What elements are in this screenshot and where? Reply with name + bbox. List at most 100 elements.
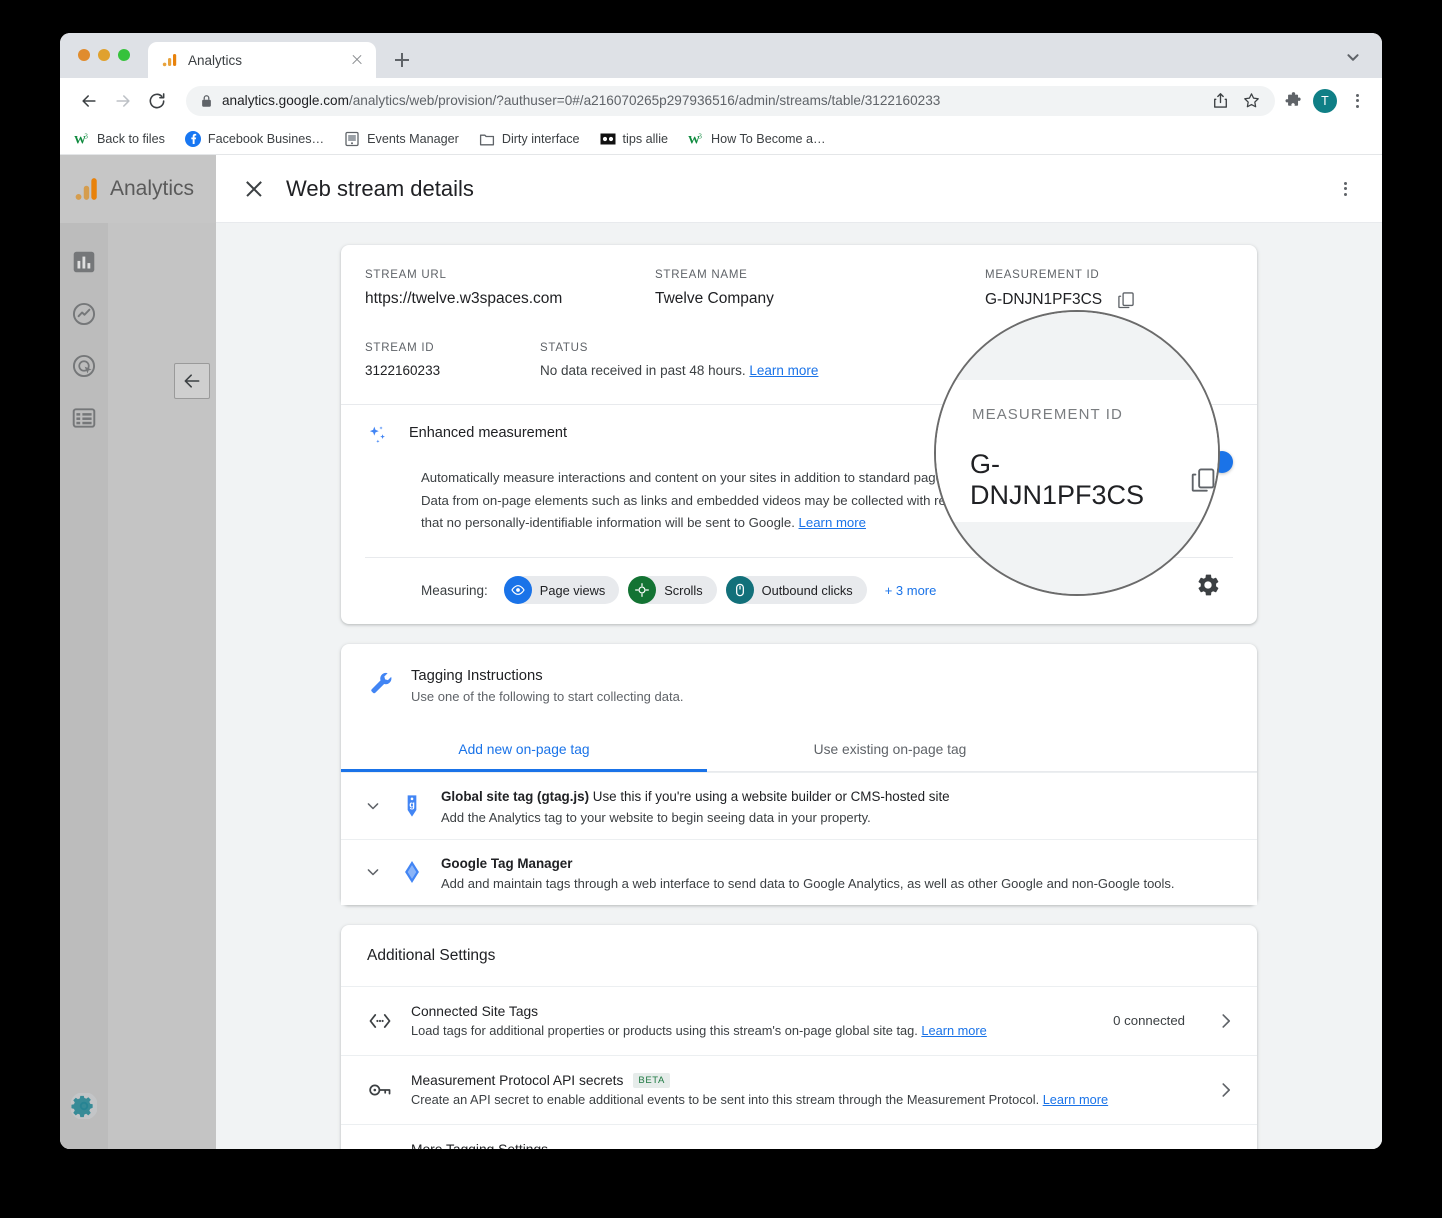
- copy-icon[interactable]: [1188, 465, 1218, 495]
- enhanced-measurement-title: Enhanced measurement: [409, 425, 567, 441]
- chevron-right-icon[interactable]: [1215, 1079, 1237, 1101]
- setting-learn-more-link[interactable]: Learn more: [1043, 1092, 1108, 1107]
- setting-body: Measurement Protocol API secrets BETA Cre…: [411, 1072, 1167, 1107]
- chevron-down-icon[interactable]: [363, 796, 383, 816]
- setting-name: Connected Site Tags: [411, 1004, 1095, 1019]
- setting-learn-more-link[interactable]: Learn more: [921, 1023, 986, 1038]
- chevron-right-icon[interactable]: [1215, 1148, 1237, 1149]
- copy-icon[interactable]: [1116, 290, 1136, 310]
- tab-use-existing-on-page-tag[interactable]: Use existing on-page tag: [707, 728, 1073, 772]
- browser-menu-icon[interactable]: [1346, 90, 1368, 112]
- stream-status-value-wrap: No data received in past 48 hours. Learn…: [540, 363, 818, 378]
- key-icon: [369, 1084, 391, 1096]
- chevron-down-icon[interactable]: [1342, 46, 1364, 68]
- analytics-brand-label: Analytics: [110, 177, 195, 200]
- extensions-puzzle-icon[interactable]: [1283, 90, 1304, 111]
- sidebar-item-admin-gear-icon[interactable]: [71, 1093, 97, 1119]
- setting-row-more-tagging-settings[interactable]: More Tagging Settings Configure client-s…: [341, 1125, 1257, 1149]
- folder-icon: [479, 134, 494, 145]
- chip-outbound-clicks[interactable]: Outbound clicks: [725, 576, 867, 605]
- bookmark-how-to-become[interactable]: W 3 How To Become a…: [688, 131, 826, 147]
- bookmark-star-icon[interactable]: [1242, 91, 1261, 110]
- browser-toolbar-right: T: [1283, 88, 1368, 113]
- setting-desc-text: Create an API secret to enable additiona…: [411, 1091, 1040, 1107]
- bookmark-label: Dirty interface: [501, 131, 580, 146]
- url-path: /analytics/web/provision/?authuser=0#/a2…: [348, 93, 941, 108]
- sidebar-item-configure-icon[interactable]: [71, 405, 97, 431]
- lock-icon: [202, 94, 211, 107]
- status-learn-more-link[interactable]: Learn more: [749, 363, 818, 378]
- bookmark-tips-allie[interactable]: tips allie: [600, 131, 669, 147]
- scroll-icon: [628, 576, 657, 605]
- sidebar-item-reports-icon[interactable]: [71, 249, 97, 275]
- more-vert-icon[interactable]: [1334, 178, 1356, 200]
- setting-row-measurement-protocol-api-secrets[interactable]: Measurement Protocol API secrets BETA Cre…: [341, 1056, 1257, 1125]
- setting-body: Connected Site Tags Load tags for additi…: [411, 1004, 1095, 1038]
- chevron-down-icon[interactable]: [363, 862, 383, 882]
- close-window-button[interactable]: [78, 49, 90, 61]
- reload-button[interactable]: [142, 86, 172, 116]
- back-button[interactable]: [74, 86, 104, 116]
- tagging-item-global-site-tag[interactable]: g Global site tag (gtag.js) Use this if …: [341, 772, 1257, 839]
- w3-icon: W 3: [688, 132, 702, 146]
- measurement-id-value-wrap: G-DNJN1PF3CS: [985, 290, 1136, 310]
- setting-name-text: Connected Site Tags: [411, 1003, 539, 1019]
- browser-toolbar: analytics.google.com/analytics/web/provi…: [60, 78, 1382, 123]
- minimize-window-button[interactable]: [98, 49, 110, 61]
- stream-name-value: Twelve Company: [655, 290, 774, 307]
- address-bar[interactable]: analytics.google.com/analytics/web/provi…: [186, 85, 1275, 116]
- bookmarks-bar: W 3 Back to files Facebook Busines… Even…: [60, 123, 1382, 155]
- tagging-header: Tagging Instructions Use one of the foll…: [341, 644, 1257, 708]
- bookmark-label: tips allie: [622, 131, 669, 146]
- tag-icon: [367, 1146, 393, 1149]
- chip-scrolls[interactable]: Scrolls: [628, 576, 717, 605]
- forward-button[interactable]: [108, 86, 138, 116]
- panel-header: Web stream details: [216, 155, 1382, 223]
- svg-text:g: g: [409, 800, 415, 810]
- enhanced-learn-more-link[interactable]: Learn more: [799, 515, 866, 530]
- tab-close-icon[interactable]: [348, 51, 366, 69]
- bookmark-dirty-interface[interactable]: Dirty interface: [479, 131, 580, 147]
- share-icon[interactable]: [1211, 91, 1230, 110]
- measuring-label: Measuring:: [421, 582, 488, 598]
- tab-add-new-on-page-tag[interactable]: Add new on-page tag: [341, 728, 707, 773]
- stream-status-label: STATUS: [540, 342, 589, 354]
- analytics-brand-bar: Analytics: [60, 155, 216, 223]
- web-stream-details-panel: Web stream details STREAM URL https://tw…: [216, 155, 1382, 1149]
- code-brackets-icon: [369, 1014, 391, 1028]
- measuring-more-link[interactable]: + 3 more: [885, 583, 937, 598]
- measurement-id-value: G-DNJN1PF3CS: [985, 291, 1103, 308]
- stream-id-value: 3122160233: [365, 363, 441, 378]
- bookmark-events-manager[interactable]: Events Manager: [344, 131, 459, 147]
- sidebar-item-advertising-icon[interactable]: [71, 353, 97, 379]
- tagging-item-title: Global site tag (gtag.js) Use this if yo…: [441, 787, 1233, 806]
- tagging-item-desc: Add the Analytics tag to your website to…: [441, 809, 871, 825]
- w3-icon: W 3: [74, 132, 88, 146]
- bookmark-back-to-files[interactable]: W 3 Back to files: [74, 131, 165, 147]
- magnifier-measurement-id: MEASUREMENT ID G-DNJN1PF3CS: [934, 310, 1220, 596]
- bookmark-facebook-business[interactable]: Facebook Busines…: [184, 130, 324, 147]
- tagging-item-google-tag-manager[interactable]: Google Tag Manager Add and maintain tags…: [341, 838, 1257, 905]
- page-title: Web stream details: [286, 175, 474, 201]
- browser-tab[interactable]: Analytics: [148, 42, 376, 78]
- svg-text:3: 3: [698, 132, 702, 140]
- tagging-header-text: Tagging Instructions Use one of the foll…: [411, 668, 683, 704]
- maximize-window-button[interactable]: [118, 49, 130, 61]
- chevron-right-icon[interactable]: [1215, 1010, 1237, 1032]
- new-tab-button[interactable]: [388, 46, 416, 74]
- wrench-icon: [371, 672, 392, 694]
- sidebar-item-explore-icon[interactable]: [71, 301, 97, 327]
- collapse-nav-button[interactable]: [174, 363, 210, 399]
- setting-row-connected-site-tags[interactable]: Connected Site Tags Load tags for additi…: [341, 987, 1257, 1056]
- chip-page-views[interactable]: Page views: [503, 576, 620, 605]
- magnified-measurement-id-label: MEASUREMENT ID: [972, 406, 1123, 423]
- events-manager-icon: [345, 131, 359, 146]
- bookmark-label: Back to files: [97, 131, 165, 146]
- additional-settings-title: Additional Settings: [341, 925, 1257, 987]
- tagging-title: Tagging Instructions: [411, 668, 543, 685]
- stream-status-value: No data received in past 48 hours.: [540, 363, 746, 378]
- avatar[interactable]: T: [1313, 88, 1337, 113]
- close-icon[interactable]: [242, 177, 266, 201]
- setting-name-text: Measurement Protocol API secrets: [411, 1072, 624, 1088]
- additional-settings-card: Additional Settings Connected Site Tags …: [341, 924, 1257, 1149]
